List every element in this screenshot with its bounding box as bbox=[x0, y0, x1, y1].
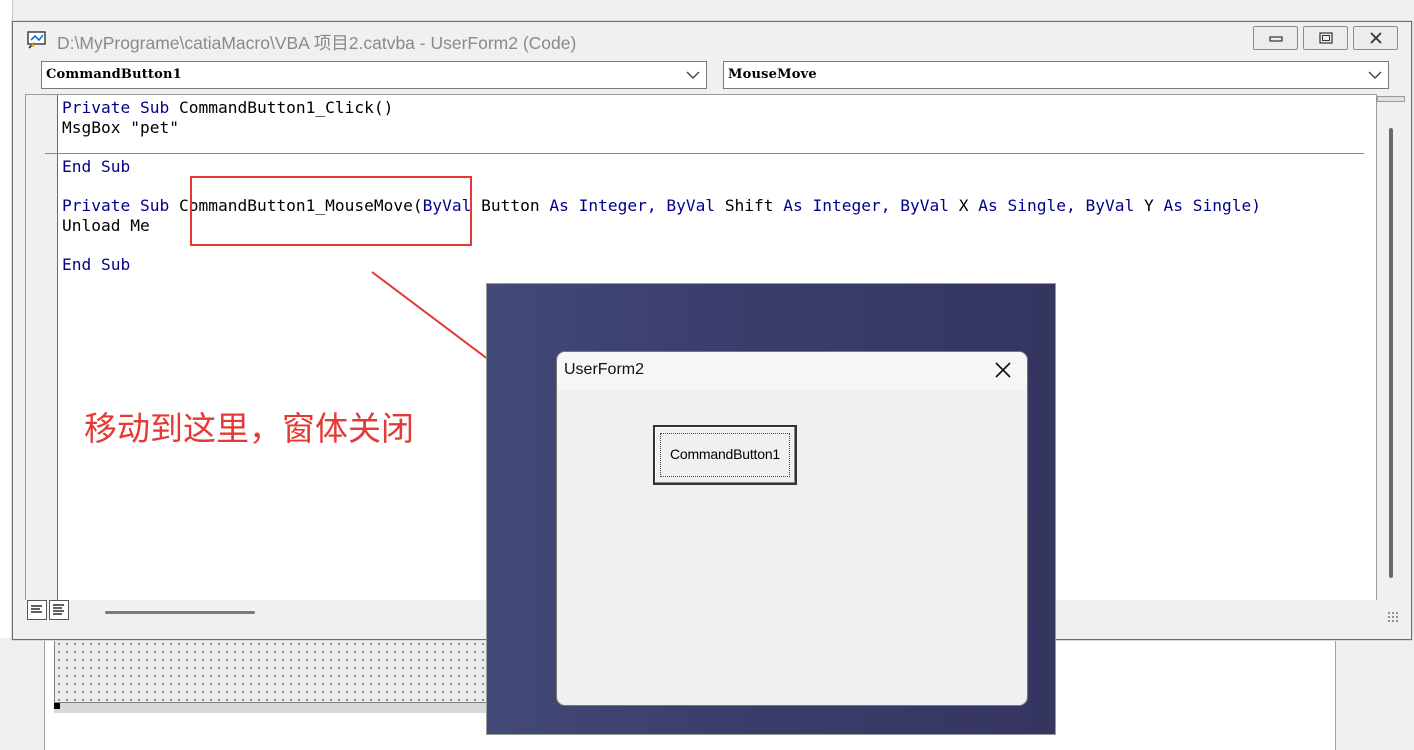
horizontal-scroll-thumb[interactable] bbox=[105, 611, 255, 614]
object-combobox-value: CommandButton1 bbox=[46, 67, 182, 82]
minimize-icon bbox=[1268, 36, 1283, 42]
code-keyword: Private bbox=[62, 98, 131, 117]
split-bar[interactable] bbox=[1377, 96, 1405, 102]
code-window-icon bbox=[27, 31, 46, 49]
vertical-scroll-thumb[interactable] bbox=[1389, 128, 1393, 578]
code-line[interactable]: Private Sub CommandButton1_Click() bbox=[62, 98, 393, 118]
resize-handle[interactable] bbox=[54, 703, 60, 709]
procedure-separator bbox=[45, 153, 1364, 154]
command-button-1[interactable]: CommandButton1 bbox=[653, 425, 797, 485]
procedure-view-button[interactable] bbox=[27, 600, 47, 620]
code-line[interactable]: End Sub bbox=[62, 157, 130, 177]
close-button[interactable] bbox=[1353, 26, 1398, 50]
code-type: Integer, bbox=[578, 196, 657, 215]
userform-title: UserForm2 bbox=[564, 361, 645, 378]
code-type: Integer, bbox=[812, 196, 891, 215]
code-keyword: As bbox=[783, 196, 803, 215]
parameter-name: X bbox=[958, 196, 969, 215]
userform-title-bar[interactable]: UserForm2 bbox=[557, 352, 1027, 390]
object-combobox[interactable]: CommandButton1 bbox=[41, 61, 707, 89]
designer-grid bbox=[54, 640, 487, 704]
command-button-label: CommandButton1 bbox=[669, 446, 781, 462]
code-keyword: Sub bbox=[139, 98, 170, 117]
code-keyword: As bbox=[1163, 196, 1183, 215]
full-module-view-icon bbox=[53, 604, 64, 615]
close-icon bbox=[1369, 32, 1382, 44]
restore-icon bbox=[1318, 32, 1333, 44]
code-keyword: ByVal bbox=[666, 196, 716, 215]
procedure-combobox[interactable]: MouseMove bbox=[723, 61, 1389, 89]
window-title: D:\MyPrograme\catiaMacro\VBA 项目2.catvba … bbox=[57, 33, 577, 53]
minimize-button[interactable] bbox=[1253, 26, 1298, 50]
userform-window: UserForm2 CommandButton1 bbox=[556, 351, 1028, 706]
resize-grip[interactable] bbox=[1387, 611, 1399, 623]
code-keyword: As bbox=[978, 196, 998, 215]
parameter-name: Button bbox=[481, 196, 540, 215]
editor-margin[interactable] bbox=[26, 95, 58, 621]
code-line[interactable]: MsgBox "pet" bbox=[62, 118, 179, 138]
code-line[interactable]: End Sub bbox=[62, 255, 130, 275]
procedure-view-icon bbox=[31, 605, 42, 613]
designer-form-edge bbox=[54, 702, 486, 713]
chevron-down-icon bbox=[1368, 71, 1382, 79]
restore-button[interactable] bbox=[1303, 26, 1348, 50]
code-keyword: ByVal bbox=[1085, 196, 1135, 215]
code-keyword: Sub bbox=[139, 196, 170, 215]
code-type: Single, bbox=[1007, 196, 1076, 215]
chevron-down-icon bbox=[686, 71, 700, 79]
close-icon[interactable] bbox=[993, 360, 1013, 380]
procedure-name: CommandButton1_Click() bbox=[178, 98, 394, 117]
code-keyword: ByVal bbox=[900, 196, 949, 215]
code-keyword: Private bbox=[62, 196, 131, 215]
procedure-combobox-value: MouseMove bbox=[728, 67, 817, 82]
code-line[interactable]: Unload Me bbox=[62, 216, 150, 236]
code-keyword: As bbox=[549, 196, 569, 215]
parameter-name: Y bbox=[1143, 196, 1154, 215]
parameter-name: Shift bbox=[724, 196, 774, 215]
annotation-text: 移动到这里，窗体关闭 bbox=[84, 409, 414, 448]
full-module-view-button[interactable] bbox=[49, 600, 69, 620]
code-type: Single) bbox=[1192, 196, 1261, 215]
highlight-box bbox=[190, 176, 472, 246]
title-bar[interactable]: D:\MyPrograme\catiaMacro\VBA 项目2.catvba … bbox=[13, 22, 1411, 58]
